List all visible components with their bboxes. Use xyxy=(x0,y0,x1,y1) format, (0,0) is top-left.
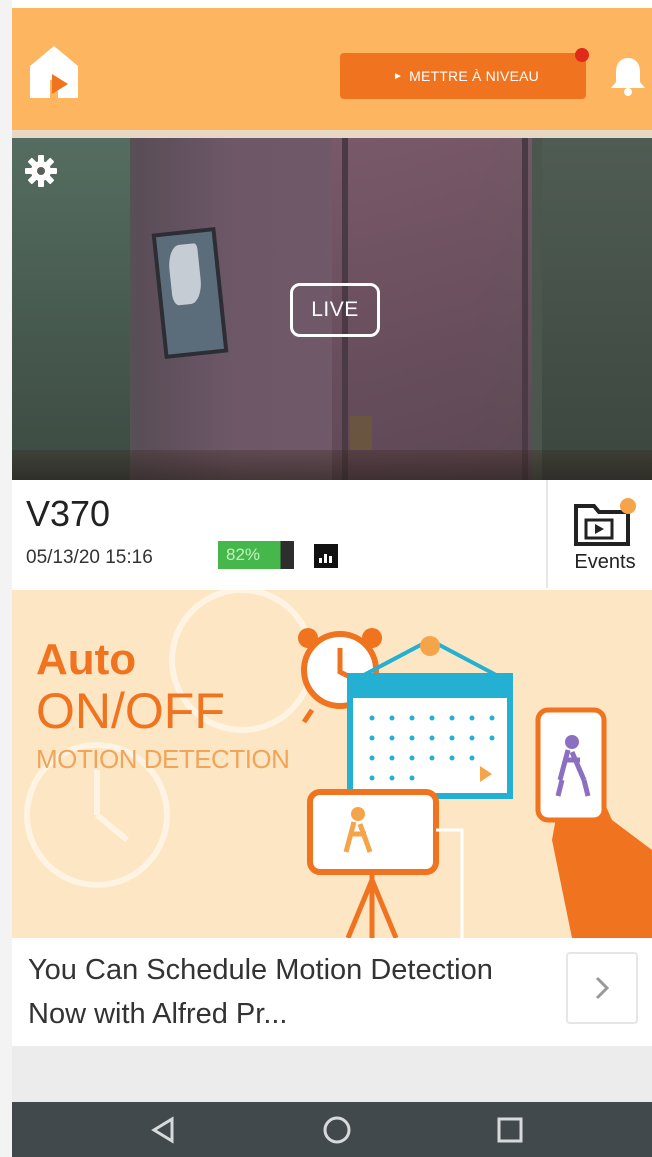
notification-dot xyxy=(575,48,589,62)
camera-timestamp: 05/13/20 15:16 xyxy=(26,547,153,568)
screen-edge xyxy=(0,0,12,1157)
bell-icon[interactable] xyxy=(606,54,650,98)
promo-caption: You Can Schedule Motion Detection Now wi… xyxy=(28,954,493,1030)
preview-wall-picture xyxy=(151,227,229,359)
preview-door-lock xyxy=(350,416,372,450)
events-folder-icon[interactable] xyxy=(572,496,636,548)
battery-indicator: 82% xyxy=(218,541,294,569)
recent-apps-icon[interactable] xyxy=(496,1116,524,1144)
back-icon[interactable] xyxy=(150,1115,176,1145)
events-label: Events xyxy=(574,551,636,573)
promo-next-button[interactable] xyxy=(566,952,638,1024)
chevron-right-icon xyxy=(595,976,610,1000)
empty-list-area xyxy=(12,1046,652,1102)
preview-wall-right xyxy=(542,138,652,480)
preview-door-frame-right xyxy=(522,138,528,480)
camera-name: V370 xyxy=(26,493,111,534)
promo-title-auto: Auto xyxy=(36,635,137,684)
preview-wall-left xyxy=(12,138,130,480)
play-arrow-icon: ► xyxy=(393,70,404,82)
promo-subtitle: MOTION DETECTION xyxy=(36,744,290,774)
live-badge[interactable]: LIVE xyxy=(290,283,380,337)
upgrade-button[interactable]: ► METTRE À NIVEAU xyxy=(340,53,586,99)
signal-icon xyxy=(314,544,338,568)
top-bar-divider xyxy=(12,130,652,138)
gear-icon[interactable] xyxy=(24,154,58,188)
home-icon[interactable] xyxy=(28,44,80,100)
promo-title-onoff: ON/OFF xyxy=(36,683,225,739)
upgrade-label: METTRE À NIVEAU xyxy=(409,68,539,84)
home-circle-icon[interactable] xyxy=(322,1115,352,1145)
preview-floor xyxy=(12,450,652,480)
